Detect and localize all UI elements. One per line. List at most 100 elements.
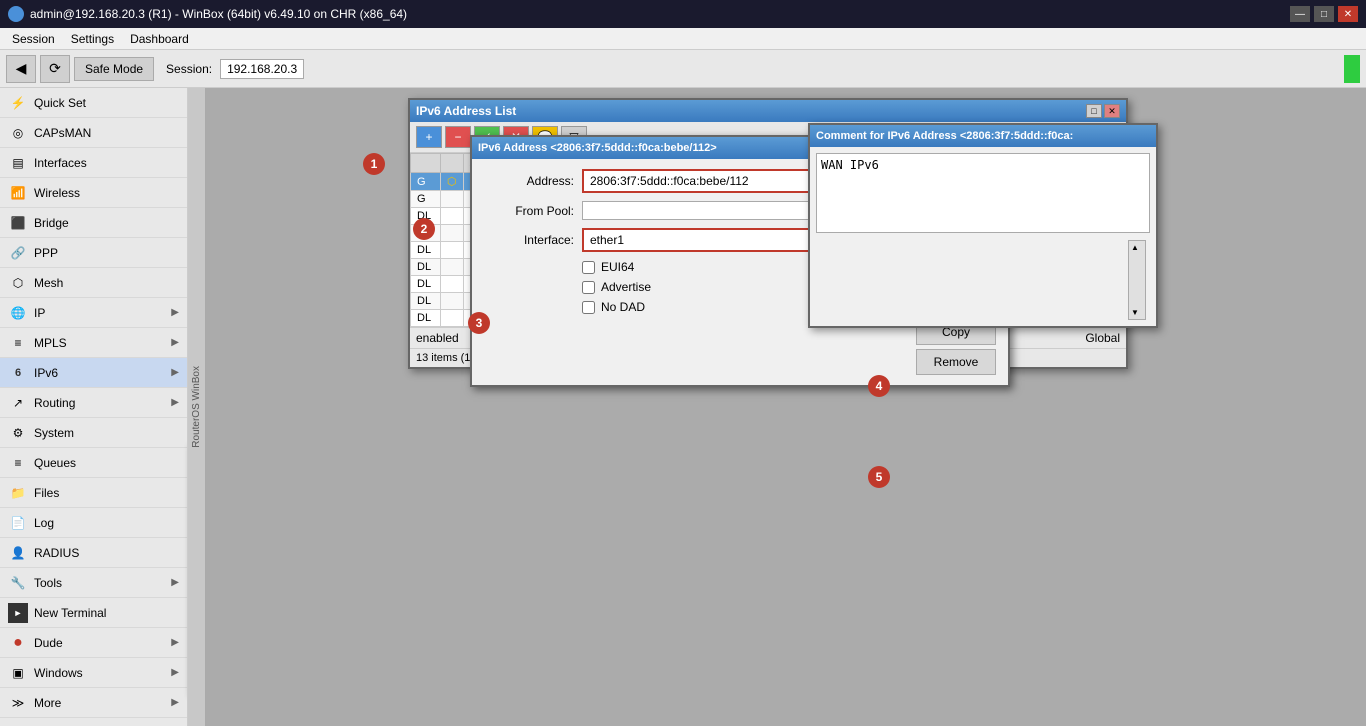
frompool-label: From Pool: [484,204,574,218]
comment-textarea[interactable]: WAN IPv6 [816,153,1150,233]
ipv6-window-controls: □ ✕ [1086,104,1120,118]
row-flag: DL [411,293,441,310]
row-flag: G [411,191,441,208]
sidebar-item-radius[interactable]: 👤 RADIUS [0,538,187,568]
sidebar-item-interfaces[interactable]: ▤ Interfaces [0,148,187,178]
session-label: Session: [166,62,212,76]
col-flag [411,154,441,173]
step-2-circle: 2 [413,218,435,240]
row-flag: DL [411,310,441,327]
interface-value: ether1 [590,233,624,247]
sidebar-label-radius: RADIUS [34,546,79,560]
dude-icon: ● [8,633,28,653]
advertise-label: Advertise [601,280,651,294]
ip-icon: 🌐 [8,303,28,323]
sidebar-item-dude[interactable]: ● Dude ▶ [0,628,187,658]
ppp-icon: 🔗 [8,243,28,263]
bottom-right: Global [1085,331,1120,345]
radius-icon: 👤 [8,543,28,563]
ipv6-window-titlebar: IPv6 Address List □ ✕ [410,100,1126,122]
ip-arrow-icon: ▶ [171,307,179,318]
step-1-circle: 1 [363,153,385,175]
row-flag: DL [411,259,441,276]
advertise-checkbox[interactable] [582,281,595,294]
terminal-icon: ► [8,603,28,623]
connection-indicator [1344,55,1360,83]
sidebar-item-bridge[interactable]: ⬛ Bridge [0,208,187,238]
sidebar-item-ppp[interactable]: 🔗 PPP [0,238,187,268]
session-value: 192.168.20.3 [220,59,304,79]
sidebar-item-capsman[interactable]: ◎ CAPsMAN [0,118,187,148]
eui64-checkbox[interactable] [582,261,595,274]
maximize-button[interactable]: □ [1314,6,1334,22]
row-flag2 [441,191,464,208]
comment-title: Comment for IPv6 Address <2806:3f7:5ddd:… [816,130,1073,142]
add-address-button[interactable]: + [416,126,442,148]
sidebar-item-system[interactable]: ⚙ System [0,418,187,448]
forward-button[interactable]: ⟳ [40,55,70,83]
sidebar-label-mpls: MPLS [34,336,67,350]
address-label: Address: [484,174,574,188]
dude-arrow-icon: ▶ [171,637,179,648]
nodad-label: No DAD [601,300,645,314]
step-4-circle: 4 [868,375,890,397]
nodad-checkbox[interactable] [582,301,595,314]
sidebar-item-tools[interactable]: 🔧 Tools ▶ [0,568,187,598]
tools-arrow-icon: ▶ [171,577,179,588]
menu-dashboard[interactable]: Dashboard [122,30,197,48]
sidebar-label-windows: Windows [34,666,83,680]
main-layout: ⚡ Quick Set ◎ CAPsMAN ▤ Interfaces 📶 Wir… [0,88,1366,726]
sidebar-label-system: System [34,426,74,440]
more-icon: ≫ [8,693,28,713]
sidebar-item-ip[interactable]: 🌐 IP ▶ [0,298,187,328]
minimize-button[interactable]: — [1290,6,1310,22]
sidebar-item-new-terminal[interactable]: ► New Terminal [0,598,187,628]
close-button[interactable]: ✕ [1338,6,1358,22]
sidebar-label-ip: IP [34,306,45,320]
windows-icon: ▣ [8,663,28,683]
sidebar-item-more[interactable]: ≫ More ▶ [0,688,187,718]
sidebar-item-ipv6[interactable]: 6 IPv6 ▶ [0,358,187,388]
queues-icon: ≡ [8,453,28,473]
sidebar-item-wireless[interactable]: 📶 Wireless [0,178,187,208]
comment-scrollbar[interactable]: ▲ ▼ [1128,240,1146,320]
safe-mode-button[interactable]: Safe Mode [74,57,154,81]
quickset-icon: ⚡ [8,93,28,113]
remove-address-button[interactable]: − [445,126,471,148]
sidebar-label-wireless: Wireless [34,186,80,200]
sidebar-item-queues[interactable]: ≡ Queues [0,448,187,478]
comment-content: WAN IPv6 ▲ ▼ [810,147,1156,326]
content-area: RouterOS WinBox 1 2 IPv6 Address List □ … [188,88,1366,726]
row-flag2: ⬡ [441,173,464,191]
sidebar-label-mesh: Mesh [34,276,63,290]
sidebar-label-dude: Dude [34,636,63,650]
sidebar-item-mpls[interactable]: ≡ MPLS ▶ [0,328,187,358]
sidebar-item-mesh[interactable]: ⬡ Mesh [0,268,187,298]
ipv6-window-maximize[interactable]: □ [1086,104,1102,118]
sidebar-label-interfaces: Interfaces [34,156,87,170]
window-controls: — □ ✕ [1290,6,1358,22]
sidebar-item-log[interactable]: 📄 Log [0,508,187,538]
back-button[interactable]: ◀ [6,55,36,83]
sidebar-label-ipv6: IPv6 [34,366,58,380]
row-flag: DL [411,242,441,259]
sidebar-label-log: Log [34,516,54,530]
step-5-circle: 5 [868,466,890,488]
title-bar: admin@192.168.20.3 (R1) - WinBox (64bit)… [0,0,1366,28]
sidebar-label-routing: Routing [34,396,75,410]
wireless-icon: 📶 [8,183,28,203]
sidebar-item-windows[interactable]: ▣ Windows ▶ [0,658,187,688]
interfaces-icon: ▤ [8,153,28,173]
menu-session[interactable]: Session [4,30,63,48]
edit-dialog-title: IPv6 Address <2806:3f7:5ddd::f0ca:bebe/1… [478,142,717,154]
sidebar-label-queues: Queues [34,456,76,470]
sidebar-item-files[interactable]: 📁 Files [0,478,187,508]
routing-icon: ↗ [8,393,28,413]
log-icon: 📄 [8,513,28,533]
menu-settings[interactable]: Settings [63,30,122,48]
ipv6-window-close[interactable]: ✕ [1104,104,1120,118]
sidebar-item-quickset[interactable]: ⚡ Quick Set [0,88,187,118]
remove-button[interactable]: Remove [916,349,996,375]
sidebar-item-routing[interactable]: ↗ Routing ▶ [0,388,187,418]
sidebar-label-tools: Tools [34,576,62,590]
